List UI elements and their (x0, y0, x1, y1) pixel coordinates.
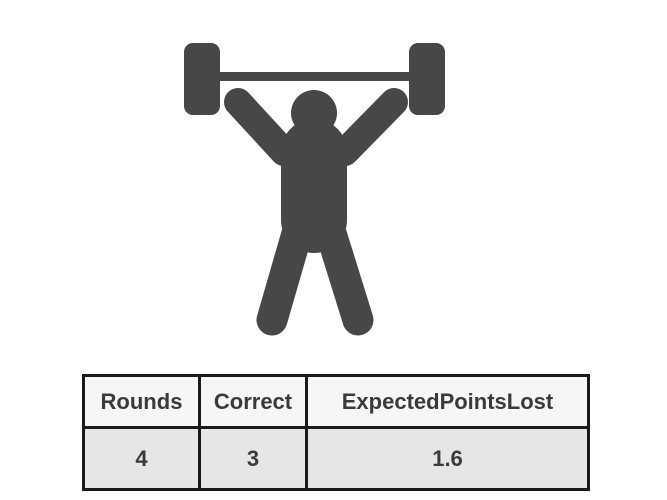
page: Rounds Correct ExpectedPointsLost 4 3 1.… (0, 0, 667, 500)
header-rounds: Rounds (82, 374, 201, 429)
cell-correct: 3 (198, 426, 308, 491)
barbell-bar (210, 72, 420, 81)
barbell-right-plate (409, 43, 445, 115)
stats-table: Rounds Correct ExpectedPointsLost 4 3 1.… (82, 374, 590, 491)
table-row: 4 3 1.6 (82, 426, 590, 491)
figure-body (224, 88, 408, 336)
cell-expected-points-lost: 1.6 (305, 426, 590, 491)
header-expected-points-lost: ExpectedPointsLost (305, 374, 590, 429)
weightlifter-icon (184, 43, 445, 336)
cell-rounds: 4 (82, 426, 201, 491)
header-correct: Correct (198, 374, 308, 429)
barbell-left-plate (184, 43, 220, 115)
table-header-row: Rounds Correct ExpectedPointsLost (82, 374, 590, 429)
